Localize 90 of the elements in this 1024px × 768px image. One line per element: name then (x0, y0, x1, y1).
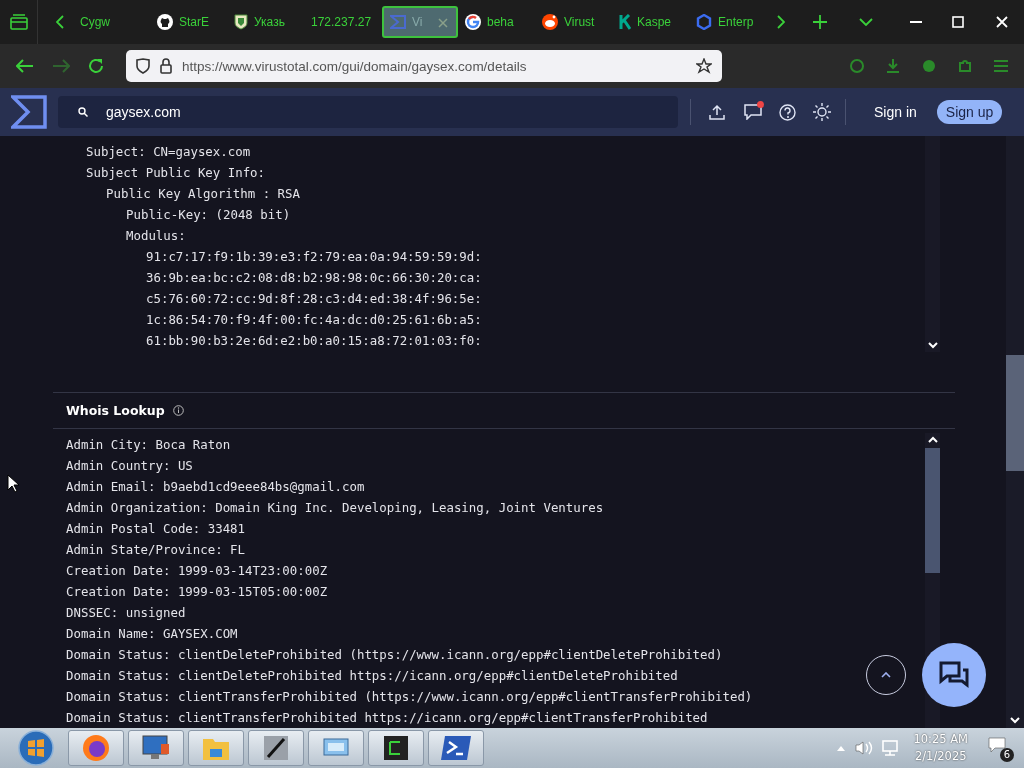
scrollbar-thumb[interactable] (925, 448, 940, 573)
mouse-cursor-icon (7, 474, 19, 493)
certificate-line: 36:9b:ea:bc:c2:08:d8:b2:98:98:0c:66:30:20:ca: (146, 270, 482, 285)
url-text: https://www.virustotal.com/gui/domain/gaysex.com/details (182, 58, 528, 74)
g-letter-icon (465, 14, 481, 30)
whois-line: Admin State/Province: FL (66, 542, 246, 557)
scrollbar[interactable] (925, 136, 940, 352)
sign-in-link[interactable]: Sign in (874, 104, 917, 120)
search-icon (78, 107, 88, 117)
whois-line: Admin Organization: Domain King Inc. Developing, Leasing, Joint Ventures (66, 500, 604, 515)
browser-tab[interactable]: 172.237.27 (305, 6, 381, 38)
certificate-line: c5:76:60:72:cc:9d:8f:28:c3:d4:ed:38:4f:96:5e: (146, 291, 482, 306)
certificate-line: 91:c7:17:f9:1b:39:e3:f2:79:ea:0a:94:59:59:9d: (146, 249, 482, 264)
section-title: Whois Lookup (66, 403, 165, 418)
address-bar[interactable]: https://www.virustotal.com/gui/domain/gaysex.com/details (126, 50, 722, 82)
back-arrow-icon[interactable] (16, 59, 34, 73)
speech-bubble-icon (988, 737, 1006, 753)
chevron-right-icon[interactable] (777, 15, 785, 29)
chevron-up-icon (881, 672, 891, 678)
certificate-line: Public-Key: (2048 bit) (126, 207, 291, 222)
tab-folder-icon[interactable] (10, 14, 28, 30)
search-text: gaysex.com (106, 104, 181, 120)
certificate-line: Modulus: (126, 228, 186, 243)
prompt-icon (441, 735, 471, 761)
puzzle-icon[interactable] (958, 59, 972, 73)
shield-icon[interactable] (136, 58, 150, 74)
certificate-line: Public Key Algorithm : RSA (106, 186, 300, 201)
upload-icon[interactable] (709, 104, 725, 120)
star-icon[interactable] (696, 58, 712, 74)
browser-tab[interactable]: StarE (151, 6, 227, 38)
search-field[interactable]: gaysex.com (58, 96, 678, 128)
certificate-line: 1c:86:54:70:f9:4f:00:fc:4a:dc:d0:25:61:6b:a5: (146, 312, 482, 327)
pen-app-button[interactable] (248, 730, 304, 766)
whois-line: Domain Status: clientDeleteProhibited https://icann.org/epp#clientDeleteProhibited (66, 668, 678, 683)
certificate-line: Subject: CN=gaysex.com (86, 144, 251, 159)
maximize-icon[interactable] (952, 16, 964, 28)
browser-app-button[interactable] (68, 730, 124, 766)
lock-icon (160, 58, 172, 74)
chevron-down-icon[interactable] (859, 18, 873, 26)
browser-tab[interactable]: Enterp (690, 6, 766, 38)
browser-tab[interactable]: beha (459, 6, 535, 38)
whois-line: Creation Date: 1999-03-14T23:00:00Z (66, 563, 328, 578)
download-icon[interactable] (886, 59, 900, 73)
monitor-icon (141, 734, 171, 762)
certificate-line: 61:bb:90:b3:2e:6d:e2:b0:a0:15:a8:72:01:03:f0: (146, 333, 482, 348)
menu-icon[interactable] (994, 60, 1008, 72)
extension-icon[interactable] (922, 59, 936, 73)
browser-tab[interactable]: Virust (536, 6, 612, 38)
chat-bubbles-icon (939, 661, 969, 689)
clock-date: 2/1/2025 (913, 748, 968, 765)
shield-icon (234, 14, 248, 30)
whois-line: Admin City: Boca Raton (66, 437, 231, 452)
notification-count: 6 (1000, 748, 1014, 762)
fox-globe-icon (81, 733, 111, 763)
whois-line: Admin Email: b9aebd1cd9eee84bs@gmail.com (66, 479, 365, 494)
sign-up-button[interactable]: Sign up (936, 100, 1003, 124)
whois-line: Domain Status: clientTransferProhibited (https://www.icann.org/epp#clientTransferProhibited) (66, 689, 753, 704)
page-scrollbar[interactable] (1006, 136, 1024, 728)
whois-line: Domain Status: clientDeleteProhibited (https://www.icann.org/epp#clientDeleteProhibited) (66, 647, 723, 662)
chevron-left-icon[interactable] (56, 15, 64, 29)
reload-icon[interactable] (88, 58, 104, 74)
sigma-logo-icon[interactable] (11, 95, 47, 129)
k-letter-icon (619, 14, 631, 30)
certificate-line: Subject Public Key Info: (86, 165, 266, 180)
browser-tab[interactable]: Указь (228, 6, 304, 38)
chat-bubble-icon[interactable] (744, 104, 762, 120)
hexagon-icon (696, 14, 712, 30)
clock-time: 10:25 AM (913, 731, 968, 748)
computer-app-button[interactable] (128, 730, 184, 766)
browser-tab[interactable]: Kaspe (613, 6, 689, 38)
whois-line: Admin Country: US (66, 458, 193, 473)
whois-line: Creation Date: 1999-03-15T05:00:00Z (66, 584, 328, 599)
speaker-icon[interactable] (855, 741, 874, 755)
terminal-icon (383, 735, 409, 761)
sigma-icon (390, 15, 406, 29)
terminal-app-button[interactable] (368, 730, 424, 766)
shell-app-button[interactable] (428, 730, 484, 766)
scrollbar-thumb[interactable] (1006, 355, 1024, 471)
sun-icon[interactable] (813, 103, 831, 121)
whois-line: Admin Postal Code: 33481 (66, 521, 246, 536)
help-icon[interactable] (779, 103, 796, 121)
info-icon[interactable] (172, 405, 184, 416)
whois-line: Domain Status: clientTransferProhibited https://icann.org/epp#clientTransferProhibited (66, 710, 708, 725)
pen-icon (263, 735, 289, 761)
chevron-up-icon[interactable] (927, 436, 938, 443)
extension-icon[interactable] (850, 59, 864, 73)
browser-tab[interactable]: Cygw (74, 6, 150, 38)
whois-line: Domain Name: GAYSEX.COM (66, 626, 238, 641)
plus-icon[interactable] (813, 15, 827, 29)
whois-line: DNSSEC: unsigned (66, 605, 186, 620)
